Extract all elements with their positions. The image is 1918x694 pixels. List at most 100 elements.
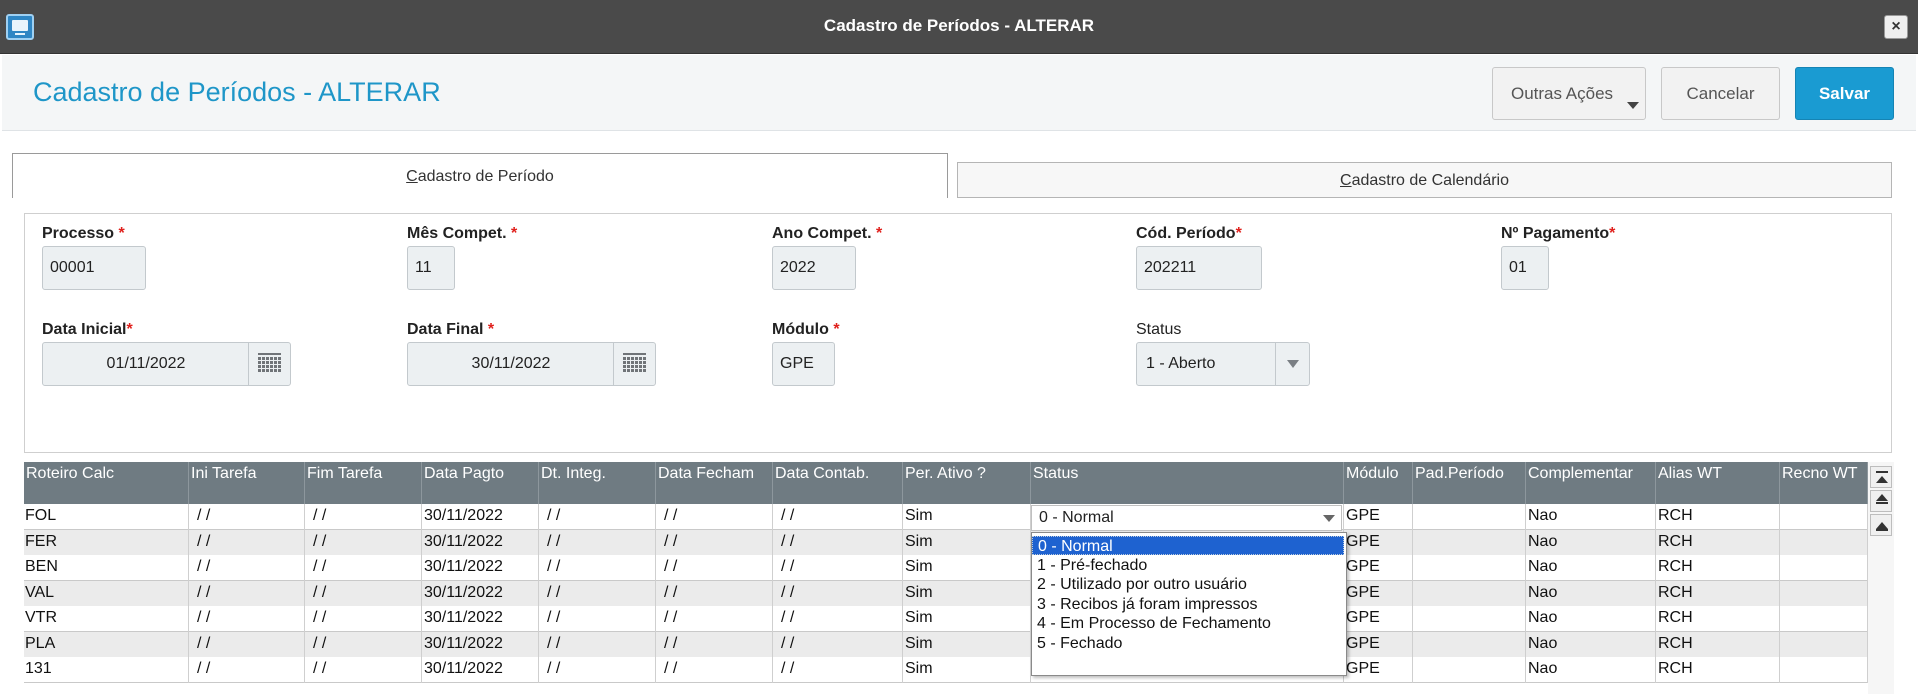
grid-cell[interactable]: / / [189, 504, 305, 530]
grid-cell[interactable] [1413, 580, 1526, 607]
grid-cell[interactable]: / / [773, 606, 903, 632]
save-button[interactable]: Salvar [1795, 67, 1894, 120]
grid-cell[interactable]: FER [24, 529, 189, 556]
grid-column-header[interactable]: Data Fecham [656, 462, 773, 504]
grid-cell[interactable]: RCH [1656, 529, 1780, 556]
grid-cell[interactable]: 131 [24, 657, 189, 683]
grid-cell[interactable]: / / [773, 631, 903, 658]
dropdown-option[interactable]: 3 - Recibos já foram impressos [1032, 595, 1344, 614]
grid-cell[interactable]: / / [189, 631, 305, 658]
cancel-button[interactable]: Cancelar [1661, 67, 1780, 120]
grid-cell[interactable]: Nao [1526, 606, 1656, 632]
grid-cell[interactable]: RCH [1656, 631, 1780, 658]
grid-cell[interactable]: BEN [24, 555, 189, 581]
table-row[interactable]: PLA / / / /30/11/2022 / / / / / / Sim GPE N… [24, 631, 1868, 658]
grid-cell[interactable]: Nao [1526, 657, 1656, 683]
window-close-button[interactable]: × [1884, 15, 1908, 39]
grid-cell[interactable]: 30/11/2022 [422, 657, 539, 683]
grid-cell[interactable]: Nao [1526, 631, 1656, 658]
grid-cell[interactable]: VAL [24, 580, 189, 607]
grid-cell[interactable]: / / [656, 504, 773, 530]
grid-cell[interactable]: / / [773, 529, 903, 556]
grid-cell[interactable]: / / [305, 529, 422, 556]
grid-cell[interactable]: Sim [903, 657, 1031, 683]
grid-cell[interactable] [1413, 631, 1526, 658]
grid-cell[interactable] [1780, 631, 1868, 658]
dropdown-option[interactable]: 5 - Fechado [1032, 634, 1344, 653]
grid-column-header[interactable]: Ini Tarefa [189, 462, 305, 504]
grid-cell[interactable]: 30/11/2022 [422, 631, 539, 658]
grid-column-header[interactable]: Data Contab. [773, 462, 903, 504]
table-row[interactable]: BEN / / / /30/11/2022 / / / / / / Sim GPE N… [24, 555, 1868, 581]
calendar-icon[interactable] [613, 343, 655, 385]
outras-acoes-button[interactable]: Outras Ações [1492, 67, 1646, 120]
grid-column-header[interactable]: Complementar [1526, 462, 1656, 504]
status-select[interactable]: 1 - Aberto [1136, 342, 1310, 386]
processo-field[interactable]: 00001 [42, 246, 146, 290]
grid-cell[interactable]: / / [305, 555, 422, 581]
data-inicial-field[interactable]: 01/11/2022 [42, 342, 291, 386]
mes-compet-field[interactable]: 11 [407, 246, 455, 290]
grid-cell[interactable]: GPE [1344, 606, 1413, 632]
grid-cell[interactable]: / / [656, 606, 773, 632]
chevron-down-icon[interactable] [1323, 515, 1335, 522]
grid-column-header[interactable]: Fim Tarefa [305, 462, 422, 504]
grid-cell[interactable]: / / [539, 631, 656, 658]
grid-cell[interactable] [1413, 657, 1526, 683]
grid-cell[interactable]: 30/11/2022 [422, 606, 539, 632]
grid-cell[interactable]: / / [305, 504, 422, 530]
grid-cell[interactable]: / / [189, 657, 305, 683]
grid-cell[interactable]: / / [189, 580, 305, 607]
grid-cell[interactable]: RCH [1656, 657, 1780, 683]
dropdown-option[interactable]: 4 - Em Processo de Fechamento [1032, 614, 1344, 633]
scroll-up-button[interactable] [1870, 514, 1892, 536]
grid-cell[interactable]: 30/11/2022 [422, 529, 539, 556]
grid-cell[interactable]: / / [656, 631, 773, 658]
grid-cell[interactable]: / / [773, 580, 903, 607]
grid-cell[interactable]: GPE [1344, 555, 1413, 581]
grid-cell[interactable]: Nao [1526, 529, 1656, 556]
grid-cell[interactable]: RCH [1656, 504, 1780, 530]
cod-periodo-field[interactable]: 202211 [1136, 246, 1262, 290]
table-row[interactable]: 131 / / / /30/11/2022 / / / / / / Sim GPE N… [24, 657, 1868, 683]
grid-column-header[interactable]: Módulo [1344, 462, 1413, 504]
scroll-top-button[interactable] [1870, 466, 1892, 488]
scroll-page-up-button[interactable] [1870, 490, 1892, 512]
table-row[interactable]: FOL / / / /30/11/2022 / / / / / / Sim GPE N… [24, 504, 1868, 530]
grid-cell[interactable]: RCH [1656, 555, 1780, 581]
grid-cell[interactable]: / / [656, 555, 773, 581]
modulo-field[interactable]: GPE [772, 342, 835, 386]
grid-cell[interactable] [1780, 657, 1868, 683]
grid-cell[interactable]: / / [189, 555, 305, 581]
table-row[interactable]: FER / / / /30/11/2022 / / / / / / Sim GPE N… [24, 529, 1868, 556]
grid-column-header[interactable]: Per. Ativo ? [903, 462, 1031, 504]
grid-cell[interactable]: Sim [903, 504, 1031, 530]
grid-cell[interactable]: RCH [1656, 580, 1780, 607]
grid-cell[interactable]: GPE [1344, 657, 1413, 683]
grid-cell[interactable]: / / [539, 606, 656, 632]
grid-cell[interactable]: Sim [903, 555, 1031, 581]
grid-cell[interactable]: GPE [1344, 529, 1413, 556]
grid-status-combo[interactable]: 0 - Normal [1031, 505, 1342, 531]
grid-cell[interactable]: Nao [1526, 504, 1656, 530]
grid-cell[interactable]: FOL [24, 504, 189, 530]
grid-cell[interactable]: / / [656, 580, 773, 607]
grid-cell[interactable]: Nao [1526, 580, 1656, 607]
grid-cell[interactable] [1780, 529, 1868, 556]
grid-column-header[interactable]: Data Pagto [422, 462, 539, 504]
grid-cell[interactable]: / / [539, 529, 656, 556]
grid-cell[interactable] [1413, 555, 1526, 581]
chevron-down-icon[interactable] [1275, 343, 1309, 385]
dropdown-option[interactable]: 2 - Utilizado por outro usuário [1032, 575, 1344, 594]
grid-cell[interactable]: / / [189, 529, 305, 556]
table-row[interactable]: VAL / / / /30/11/2022 / / / / / / Sim GPE N… [24, 580, 1868, 607]
grid-column-header[interactable]: Dt. Integ. [539, 462, 656, 504]
grid-cell[interactable]: 30/11/2022 [422, 504, 539, 530]
grid-cell[interactable]: 30/11/2022 [422, 555, 539, 581]
grid-column-header[interactable]: Roteiro Calc [24, 462, 189, 504]
grid-cell[interactable]: / / [539, 580, 656, 607]
dropdown-option[interactable]: 1 - Pré-fechado [1032, 556, 1344, 575]
grid-cell[interactable]: / / [539, 555, 656, 581]
tab-cadastro-calendario[interactable]: Cadastro de Calendário [957, 162, 1892, 198]
grid-cell[interactable] [1780, 504, 1868, 530]
